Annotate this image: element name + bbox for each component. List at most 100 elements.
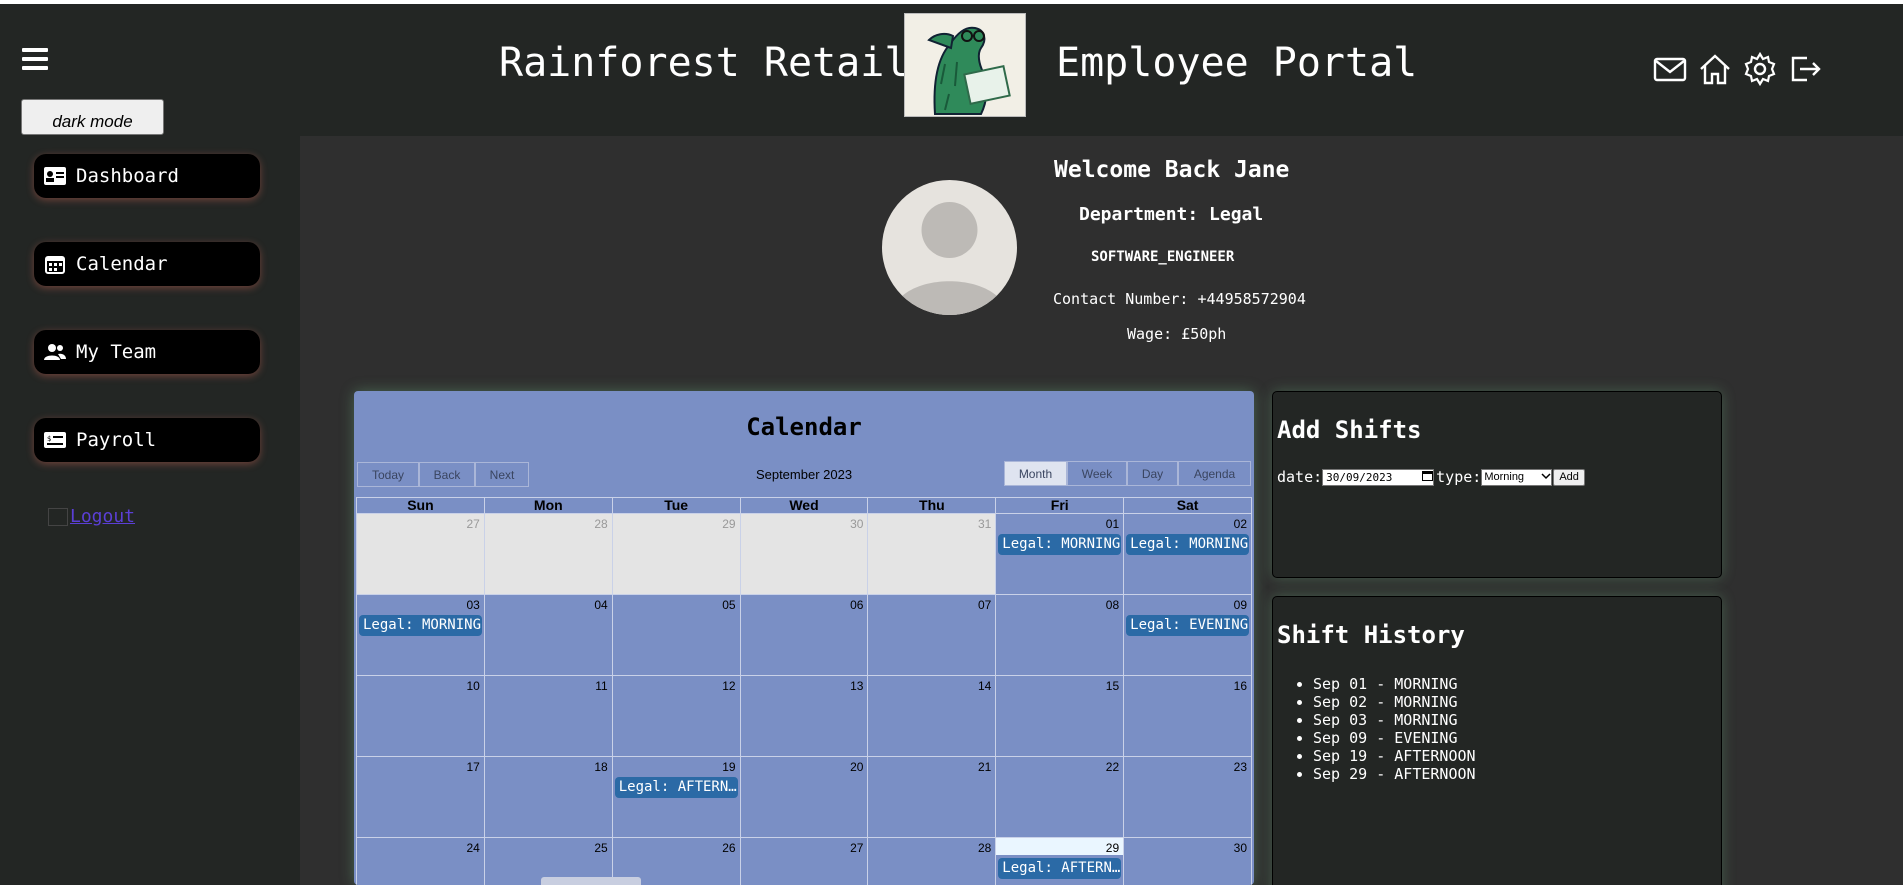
shift-event[interactable]: Legal: EVENING	[1126, 615, 1250, 636]
calendar-day-cell[interactable]: 07	[867, 595, 995, 675]
day-number[interactable]: 11	[595, 679, 607, 693]
shift-event[interactable]: Legal: AFTERNOON	[998, 858, 1122, 879]
day-of-week-header: Sun	[356, 498, 484, 513]
calendar-day-cell[interactable]: 14	[867, 676, 995, 756]
calendar-day-cell[interactable]: 10	[356, 676, 484, 756]
calendar-day-cell[interactable]: 09 Legal: EVENING	[1123, 595, 1253, 675]
sidebar-item-label: Dashboard	[76, 165, 179, 187]
day-number[interactable]: 19	[722, 760, 735, 774]
day-number[interactable]: 18	[594, 760, 607, 774]
shift-event[interactable]: Legal: AFTERNOON	[614, 777, 738, 798]
calendar-day-cell[interactable]: 16	[1123, 676, 1253, 756]
calendar-day-cell[interactable]: 01 Legal: MORNING	[995, 514, 1123, 594]
sidebar-item-my-team[interactable]: My Team	[34, 330, 260, 374]
day-number[interactable]: 13	[850, 679, 863, 693]
mail-icon[interactable]	[1653, 52, 1687, 86]
day-number[interactable]: 28	[978, 841, 991, 855]
calendar-day-cell[interactable]: 30	[1123, 838, 1253, 885]
calendar-day-cell[interactable]: 29	[611, 514, 740, 594]
shift-event[interactable]: Legal: MORNING	[359, 615, 482, 636]
day-number[interactable]: 30	[1234, 841, 1247, 855]
calendar-day-cell[interactable]: 27	[356, 514, 484, 594]
day-number[interactable]: 06	[850, 598, 863, 612]
day-view-button[interactable]: Day	[1127, 461, 1178, 486]
avatar	[882, 180, 1017, 315]
home-icon[interactable]	[1698, 52, 1732, 86]
calendar-day-cell[interactable]: 13	[739, 676, 868, 756]
calendar-day-cell[interactable]: 11	[483, 676, 612, 756]
calendar-day-cell[interactable]: 04	[483, 595, 612, 675]
day-number[interactable]: 21	[978, 760, 991, 774]
day-number[interactable]: 12	[722, 679, 735, 693]
calendar-day-cell[interactable]: 21	[867, 757, 995, 837]
month-view-button[interactable]: Month	[1004, 461, 1067, 486]
shift-type-select[interactable]: Morning	[1481, 468, 1553, 486]
day-number[interactable]: 10	[467, 679, 480, 693]
day-number[interactable]: 14	[978, 679, 991, 693]
calendar-day-cell[interactable]: 22	[995, 757, 1123, 837]
calendar-day-cell[interactable]: 31	[867, 514, 996, 594]
day-number[interactable]: 29	[722, 517, 735, 531]
day-number[interactable]: 15	[1106, 679, 1119, 693]
calendar-day-cell[interactable]: 27	[739, 838, 868, 885]
calendar-day-cell[interactable]: 05	[611, 595, 740, 675]
day-number[interactable]: 24	[467, 841, 480, 855]
logout-icon[interactable]	[1788, 52, 1822, 86]
shift-event[interactable]: Legal: MORNING	[1126, 534, 1250, 555]
add-shift-button[interactable]: Add	[1553, 468, 1585, 486]
day-number[interactable]: 30	[850, 517, 863, 531]
day-number[interactable]: 09	[1234, 598, 1247, 612]
day-number[interactable]: 08	[1106, 598, 1119, 612]
calendar-day-cell[interactable]: 12	[611, 676, 740, 756]
day-number[interactable]: 17	[467, 760, 480, 774]
calendar-day-cell[interactable]: 18	[483, 757, 612, 837]
day-number[interactable]: 16	[1234, 679, 1247, 693]
calendar-day-cell[interactable]: 29 Legal: AFTERNOON	[995, 838, 1124, 885]
shift-history-item: Sep 02 - MORNING	[1313, 693, 1476, 711]
type-value: Morning	[1484, 471, 1525, 483]
agenda-view-button[interactable]: Agenda	[1178, 461, 1251, 486]
calendar-day-cell[interactable]: 24	[356, 838, 484, 885]
calendar-day-cell[interactable]: 06	[739, 595, 868, 675]
calendar-day-cell[interactable]: 30	[739, 514, 868, 594]
day-number[interactable]: 02	[1234, 517, 1247, 531]
day-number[interactable]: 20	[850, 760, 863, 774]
day-number[interactable]: 29	[1106, 841, 1119, 855]
day-number[interactable]: 07	[978, 598, 991, 612]
day-number[interactable]: 03	[467, 598, 480, 612]
calendar-day-cell[interactable]: 15	[995, 676, 1123, 756]
calendar-day-cell[interactable]: 28	[867, 838, 995, 885]
day-number[interactable]: 04	[594, 598, 607, 612]
calendar-icon	[44, 253, 66, 275]
logout-link[interactable]: Logout	[48, 506, 135, 527]
sidebar-item-calendar[interactable]: Calendar	[34, 242, 260, 286]
date-input[interactable]: 30/09/2023	[1322, 468, 1435, 486]
hamburger-menu-icon[interactable]	[22, 48, 48, 72]
day-number[interactable]: 25	[594, 841, 607, 855]
day-number[interactable]: 05	[722, 598, 735, 612]
calendar-day-cell[interactable]: 23	[1123, 757, 1253, 837]
day-number[interactable]: 27	[850, 841, 863, 855]
week-view-button[interactable]: Week	[1067, 461, 1127, 486]
settings-icon[interactable]	[1743, 51, 1777, 87]
calendar-day-cell[interactable]: 03 Legal: MORNING	[356, 595, 484, 675]
day-number[interactable]: 31	[978, 517, 991, 531]
day-number[interactable]: 22	[1106, 760, 1119, 774]
sidebar-item-dashboard[interactable]: Dashboard	[34, 154, 260, 198]
day-number[interactable]: 27	[467, 517, 480, 531]
calendar-day-cell[interactable]: 28	[483, 514, 612, 594]
calendar-scroll-tab[interactable]	[541, 877, 641, 885]
shift-event[interactable]: Legal: MORNING	[998, 534, 1122, 555]
day-number[interactable]: 28	[594, 517, 607, 531]
calendar-day-cell[interactable]: 02 Legal: MORNING	[1123, 514, 1253, 594]
calendar-picker-icon[interactable]	[1422, 470, 1434, 484]
day-number[interactable]: 26	[722, 841, 735, 855]
day-number[interactable]: 01	[1106, 517, 1119, 531]
day-number[interactable]: 23	[1234, 760, 1247, 774]
calendar-day-cell[interactable]: 19 Legal: AFTERNOON	[611, 757, 740, 837]
calendar-day-cell[interactable]: 20	[739, 757, 868, 837]
calendar-day-cell[interactable]: 08	[995, 595, 1123, 675]
sidebar-item-payroll[interactable]: $ Payroll	[34, 418, 260, 462]
dark-mode-button[interactable]: dark mode	[21, 99, 164, 135]
calendar-day-cell[interactable]: 17	[356, 757, 484, 837]
